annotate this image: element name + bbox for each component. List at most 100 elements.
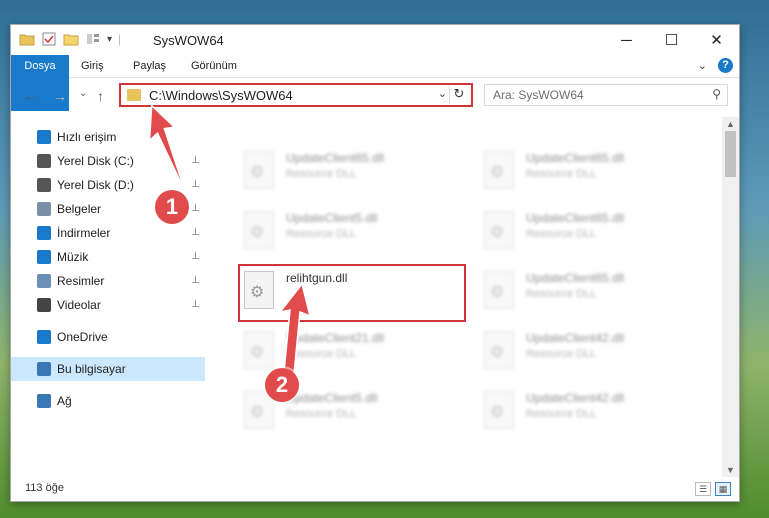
pin-icon[interactable]: ⊥ xyxy=(191,245,200,269)
file-item[interactable]: UpdateClient65.dll Resource DLL xyxy=(478,205,708,261)
explorer-window: ▾ | SysWOW64 ─ ☐ ✕ Dosya Giriş Paylaş Gö… xyxy=(10,24,740,502)
pin-icon[interactable]: ⊥ xyxy=(191,293,200,317)
pin-icon[interactable]: ⊥ xyxy=(191,269,200,293)
sidebar-item[interactable]: Müzik ⊥ xyxy=(11,245,205,269)
file-type: Resource DLL xyxy=(286,228,357,240)
star-icon xyxy=(37,130,51,144)
customize-dropdown-icon[interactable]: ▾ xyxy=(107,34,112,45)
file-name: UpdateClient65.dll xyxy=(526,271,625,285)
callout-arrow-1 xyxy=(150,103,187,193)
file-type: Resource DLL xyxy=(286,168,357,180)
window-controls: ─ ☐ ✕ xyxy=(604,25,739,55)
properties-icon[interactable] xyxy=(41,31,57,47)
file-item[interactable]: UpdateClient65.dll Resource DLL xyxy=(478,265,708,321)
sidebar-item-label: Yerel Disk (C:) xyxy=(57,154,134,168)
vertical-scrollbar[interactable]: ▲ ▼ xyxy=(722,117,739,477)
sidebar-item[interactable]: Bu bilgisayar xyxy=(11,357,205,381)
view-switcher: ☰ ▦ xyxy=(695,482,731,496)
recent-locations-button[interactable]: ⌄ xyxy=(79,88,87,99)
ribbon-tabs: Dosya Giriş Paylaş Görünüm ⌄ ? xyxy=(11,55,739,111)
file-name: UpdateClient65.dll xyxy=(286,151,385,165)
documents-icon xyxy=(37,202,51,216)
title-bar: ▾ | SysWOW64 ─ ☐ ✕ xyxy=(11,25,739,55)
pin-icon[interactable]: ⊥ xyxy=(191,149,200,173)
dll-file-icon xyxy=(244,211,274,249)
back-button[interactable]: ← xyxy=(23,88,37,104)
videos-icon xyxy=(37,298,51,312)
dll-file-icon xyxy=(484,331,514,369)
file-item[interactable]: UpdateClient42.dll Resource DLL xyxy=(478,325,708,381)
dll-file-icon xyxy=(244,271,274,309)
sidebar-item[interactable]: OneDrive xyxy=(11,325,205,349)
large-icons-view-icon[interactable]: ▦ xyxy=(715,482,731,496)
close-button[interactable]: ✕ xyxy=(694,25,739,55)
address-dropdown-button[interactable]: ⌄ xyxy=(438,87,447,100)
pin-icon[interactable]: ⊥ xyxy=(191,173,200,197)
chevron-down-icon[interactable]: ⌄ xyxy=(698,59,707,72)
file-name: UpdateClient42.dll xyxy=(526,391,625,405)
navigation-bar: ← → ⌄ ↑ C:\Windows\SysWOW64 ⌄ ↻ Ara: Sys… xyxy=(11,82,739,112)
sidebar-item-label: Bu bilgisayar xyxy=(57,362,126,376)
layout-icon[interactable] xyxy=(85,31,101,47)
dll-file-icon xyxy=(244,331,274,369)
tab-share[interactable]: Paylaş xyxy=(123,55,176,77)
file-name: UpdateClient65.dll xyxy=(526,151,625,165)
file-type: Resource DLL xyxy=(526,168,597,180)
help-icon[interactable]: ? xyxy=(718,58,733,73)
tab-home[interactable]: Giriş xyxy=(71,55,114,77)
item-count: 113 öğe xyxy=(25,482,64,494)
scroll-down-icon[interactable]: ▼ xyxy=(726,465,735,475)
quick-access-toolbar: ▾ | xyxy=(19,31,121,47)
sidebar-item[interactable]: Videolar ⊥ xyxy=(11,293,205,317)
details-view-icon[interactable]: ☰ xyxy=(695,482,711,496)
separator: | xyxy=(118,32,122,46)
up-button[interactable]: ↑ xyxy=(97,88,104,104)
search-box[interactable]: Ara: SysWOW64 ⚲ xyxy=(484,84,728,106)
pin-icon[interactable]: ⊥ xyxy=(191,221,200,245)
computer-icon xyxy=(37,362,51,376)
status-bar: 113 öğe ☰ ▦ xyxy=(11,477,739,501)
sidebar-item[interactable]: Ağ xyxy=(11,389,205,413)
minimize-button[interactable]: ─ xyxy=(604,25,649,55)
scroll-up-icon[interactable]: ▲ xyxy=(726,119,735,129)
file-item[interactable]: UpdateClient42.dll Resource DLL xyxy=(478,385,708,441)
file-item[interactable]: UpdateClient65.dll Resource DLL xyxy=(238,145,468,201)
file-name: UpdateClient5.dll xyxy=(286,391,378,405)
file-name: UpdateClient5.dll xyxy=(286,211,378,225)
music-icon xyxy=(37,250,51,264)
file-type: Resource DLL xyxy=(526,228,597,240)
sidebar-item-label: Belgeler xyxy=(57,202,102,216)
window-title: SysWOW64 xyxy=(153,33,224,48)
forward-button[interactable]: → xyxy=(53,88,67,104)
sidebar-item[interactable]: Resimler ⊥ xyxy=(11,269,205,293)
file-type: Resource DLL xyxy=(526,348,597,360)
file-name: UpdateClient42.dll xyxy=(526,331,625,345)
sidebar-item-label: İndirmeler xyxy=(57,226,111,240)
download-icon xyxy=(37,226,51,240)
scroll-thumb[interactable] xyxy=(725,131,736,177)
cloud-icon xyxy=(37,330,51,344)
maximize-button[interactable]: ☐ xyxy=(649,25,694,55)
sidebar-item-label: Müzik xyxy=(57,250,89,264)
search-icon[interactable]: ⚲ xyxy=(712,87,721,101)
sidebar-item-label: Yerel Disk (D:) xyxy=(57,178,134,192)
dll-file-icon xyxy=(244,151,274,189)
tab-view[interactable]: Görünüm xyxy=(181,55,247,77)
new-folder-icon[interactable] xyxy=(63,31,79,47)
search-input[interactable]: Ara: SysWOW64 xyxy=(493,88,584,102)
callout-arrow-2 xyxy=(278,282,312,375)
drive-icon xyxy=(37,154,51,168)
sidebar-item-label: Hızlı erişim xyxy=(57,130,117,144)
file-item[interactable]: UpdateClient5.dll Resource DLL xyxy=(238,205,468,261)
file-type: Resource DLL xyxy=(286,408,357,420)
file-name: UpdateClient65.dll xyxy=(526,211,625,225)
sidebar-item[interactable]: İndirmeler ⊥ xyxy=(11,221,205,245)
dll-file-icon xyxy=(484,271,514,309)
pictures-icon xyxy=(37,274,51,288)
sidebar-item-label: Resimler xyxy=(57,274,105,288)
refresh-button[interactable]: ↻ xyxy=(449,86,468,104)
pin-icon[interactable]: ⊥ xyxy=(191,197,200,221)
callout-badge-2: 2 xyxy=(265,368,299,402)
file-item[interactable]: UpdateClient65.dll Resource DLL xyxy=(478,145,708,201)
file-type: Resource DLL xyxy=(526,408,597,420)
